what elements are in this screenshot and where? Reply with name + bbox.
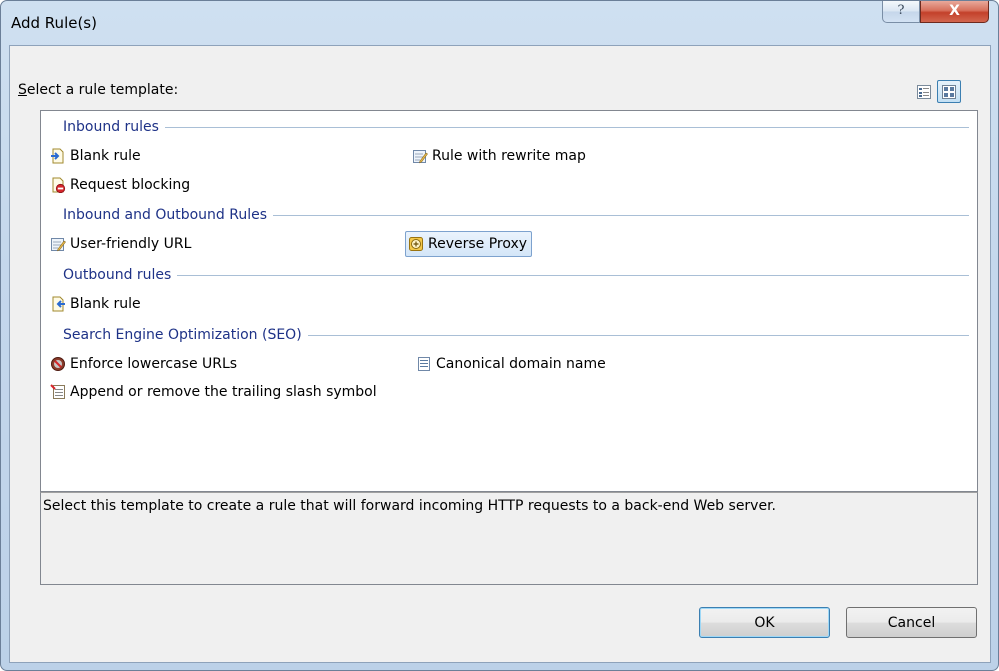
dialog-body: Select a rule template: Inbound rules Bl… <box>9 45 991 663</box>
reverse-proxy-icon <box>409 237 423 251</box>
template-request-blocking[interactable]: Request blocking <box>47 174 195 196</box>
template-label: User-friendly URL <box>70 236 192 252</box>
template-canonical-domain-name[interactable]: Canonical domain name <box>413 353 611 375</box>
close-icon: X <box>949 3 960 19</box>
inbound-blank-rule-icon <box>51 148 64 164</box>
template-list-label: Select a rule template: <box>18 82 178 98</box>
user-friendly-url-icon <box>51 238 66 252</box>
tiles-view-button[interactable] <box>937 80 961 103</box>
template-label: Blank rule <box>70 296 141 312</box>
template-user-friendly-url[interactable]: User-friendly URL <box>47 233 196 255</box>
help-button[interactable]: ? <box>882 1 920 23</box>
rewrite-map-icon <box>413 150 428 164</box>
group-header-seo: Search Engine Optimization (SEO) <box>63 325 969 345</box>
group-header-outbound: Outbound rules <box>63 265 969 285</box>
rule-template-list[interactable]: Inbound rules Blank rule Rule with rewri… <box>40 110 978 492</box>
group-header-label: Outbound rules <box>63 267 172 283</box>
group-divider <box>177 274 969 276</box>
close-button[interactable]: X <box>920 1 989 23</box>
template-outbound-blank-rule[interactable]: Blank rule <box>47 293 146 315</box>
group-divider <box>164 126 969 128</box>
canonical-domain-icon <box>418 357 430 371</box>
group-header-label: Inbound and Outbound Rules <box>63 207 268 223</box>
tiles-view-icon <box>942 84 956 99</box>
dialog-title: Add Rule(s) <box>11 14 97 32</box>
template-label: Rule with rewrite map <box>432 148 586 164</box>
dialog-window: Add Rule(s) ? X Select a rule template: <box>0 0 999 671</box>
template-label: Append or remove the trailing slash symb… <box>70 384 377 400</box>
details-view-button[interactable] <box>912 80 936 103</box>
label-access-key: S <box>18 82 27 98</box>
template-reverse-proxy[interactable]: Reverse Proxy <box>405 231 533 257</box>
outbound-blank-rule-icon <box>52 296 65 312</box>
group-divider <box>273 214 969 216</box>
template-trailing-slash[interactable]: Append or remove the trailing slash symb… <box>47 381 382 403</box>
help-icon: ? <box>897 3 905 18</box>
group-header-inbound: Inbound rules <box>63 117 969 137</box>
details-view-icon <box>917 84 931 99</box>
template-enforce-lowercase-urls[interactable]: Enforce lowercase URLs <box>47 353 242 375</box>
title-bar[interactable]: Add Rule(s) ? X <box>1 1 998 45</box>
request-blocking-icon <box>52 177 66 193</box>
template-rule-with-rewrite-map[interactable]: Rule with rewrite map <box>409 145 591 167</box>
group-divider <box>307 334 969 336</box>
template-label: Request blocking <box>70 177 191 193</box>
template-inbound-blank-rule[interactable]: Blank rule <box>47 145 146 167</box>
template-label: Reverse Proxy <box>428 236 528 252</box>
cancel-button[interactable]: Cancel <box>846 607 977 638</box>
lowercase-url-icon <box>51 357 65 371</box>
template-label: Canonical domain name <box>436 356 606 372</box>
template-description: Select this template to create a rule th… <box>43 498 777 514</box>
trailing-slash-icon <box>50 384 65 399</box>
template-label: Blank rule <box>70 148 141 164</box>
ok-button[interactable]: OK <box>699 607 830 638</box>
group-header-inbound-outbound: Inbound and Outbound Rules <box>63 205 969 225</box>
group-header-label: Inbound rules <box>63 119 159 135</box>
template-description-panel: Select this template to create a rule th… <box>40 492 978 585</box>
label-rest: elect a rule template: <box>26 82 179 98</box>
group-header-label: Search Engine Optimization (SEO) <box>63 327 302 343</box>
template-label: Enforce lowercase URLs <box>70 356 238 372</box>
